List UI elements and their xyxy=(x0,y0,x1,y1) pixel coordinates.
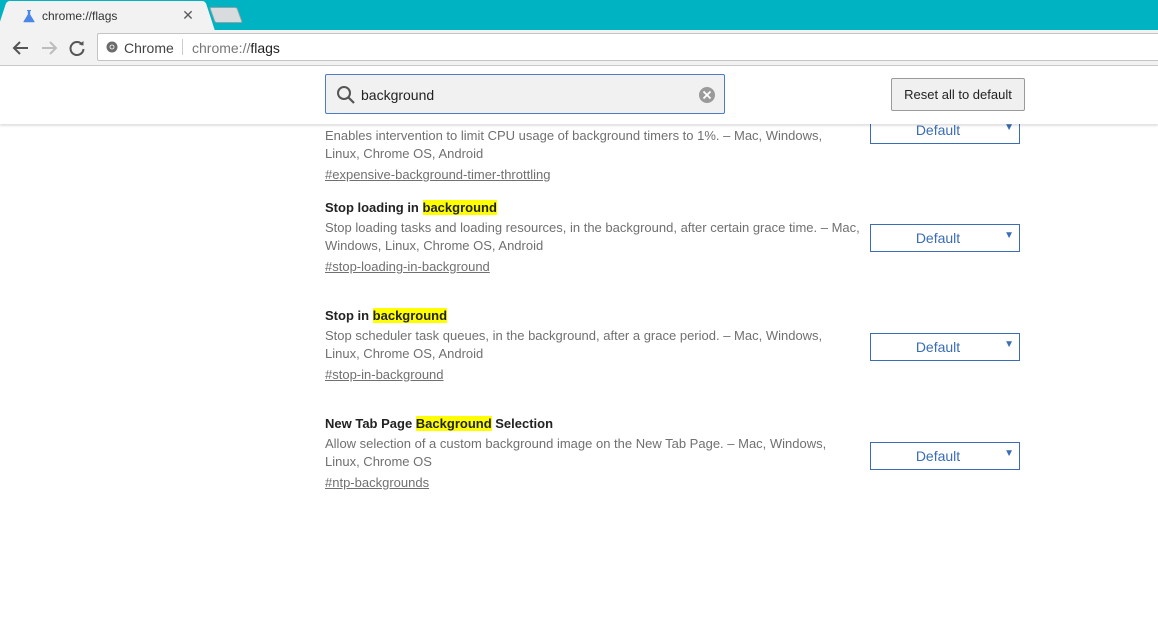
flags-header: Reset all to default xyxy=(0,67,1158,124)
omnibox-separator xyxy=(182,39,183,55)
experiment-description: Allow selection of a custom background i… xyxy=(325,436,827,469)
experiment-ntp-backgrounds: New Tab Page Background Selection Allow … xyxy=(325,414,1025,492)
experiment-description: Enables intervention to limit CPU usage … xyxy=(325,128,823,161)
experiment-title: Stop in background xyxy=(325,308,448,323)
search-box[interactable] xyxy=(325,74,725,114)
experiment-select[interactable]: Default ▼ xyxy=(870,224,1020,252)
flask-icon xyxy=(23,10,35,23)
omnibox[interactable]: Chrome chrome://flags xyxy=(97,33,1158,61)
experiment-link[interactable]: #stop-in-background xyxy=(325,366,444,384)
tab-title: chrome://flags xyxy=(42,9,118,23)
experiment-title: New Tab Page Background Selection xyxy=(325,416,554,431)
search-icon xyxy=(337,86,355,104)
experiment-description: Stop loading tasks and loading resources… xyxy=(325,220,860,253)
dropdown-arrow-icon: ▼ xyxy=(1004,230,1014,241)
reload-icon[interactable] xyxy=(67,38,87,58)
reset-all-button[interactable]: Reset all to default xyxy=(891,78,1025,111)
experiments-list: Enables intervention to limit CPU usage … xyxy=(0,66,1158,623)
experiment-title: Stop loading in background xyxy=(325,200,497,215)
experiment-link[interactable]: #ntp-backgrounds xyxy=(325,474,429,492)
tab-strip: chrome://flags ✕ xyxy=(0,0,1158,30)
experiment-select[interactable]: Default ▼ xyxy=(870,442,1020,470)
forward-arrow-icon[interactable] xyxy=(39,38,59,58)
back-arrow-icon[interactable] xyxy=(11,38,31,58)
new-tab-button[interactable] xyxy=(209,7,243,23)
search-input[interactable] xyxy=(361,86,691,104)
dropdown-arrow-icon: ▼ xyxy=(1004,339,1014,350)
experiment-select[interactable]: Default ▼ xyxy=(870,333,1020,361)
experiment-stop-loading-in-background: Stop loading in background Stop loading … xyxy=(325,198,1025,276)
clear-search-icon[interactable] xyxy=(698,86,716,104)
experiment-stop-in-background: Stop in background Stop scheduler task q… xyxy=(325,306,1025,384)
omnibox-chip: Chrome xyxy=(124,40,174,56)
tab-chrome-flags[interactable]: chrome://flags ✕ xyxy=(8,1,204,30)
chrome-logo-icon xyxy=(106,41,118,53)
dropdown-arrow-icon: ▼ xyxy=(1004,448,1014,459)
tab-close-icon[interactable]: ✕ xyxy=(180,7,196,23)
experiment-link[interactable]: #stop-loading-in-background xyxy=(325,258,490,276)
experiment-description: Stop scheduler task queues, in the backg… xyxy=(325,328,823,361)
omnibox-url[interactable]: chrome://flags xyxy=(192,40,280,56)
browser-toolbar: Chrome chrome://flags xyxy=(0,30,1158,66)
experiment-link[interactable]: #expensive-background-timer-throttling xyxy=(325,166,550,184)
